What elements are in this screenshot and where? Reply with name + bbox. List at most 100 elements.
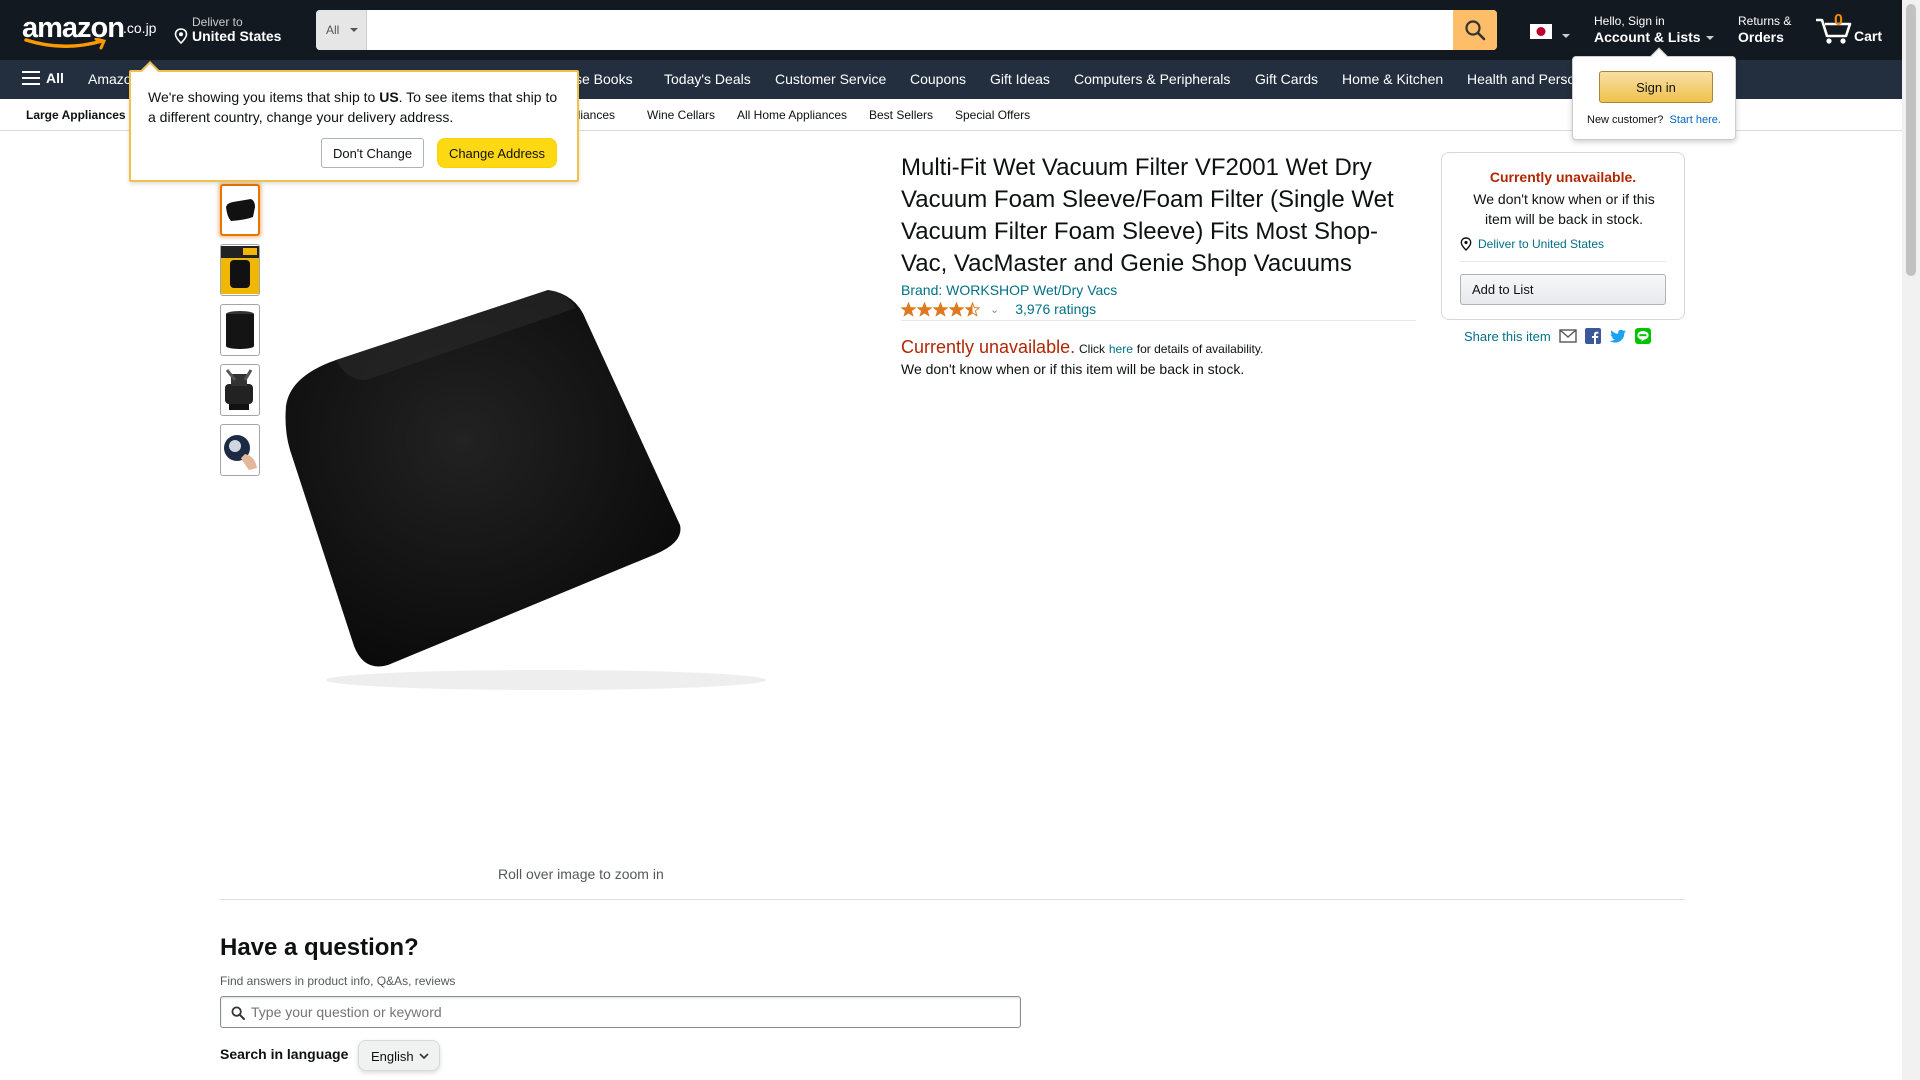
line-messenger-icon[interactable] bbox=[1634, 328, 1651, 344]
ratings-count[interactable]: 3,976 ratings bbox=[1015, 301, 1096, 317]
search-icon bbox=[1465, 20, 1486, 41]
search-button[interactable] bbox=[1453, 10, 1497, 50]
cylinder-filter-thumb-image bbox=[226, 311, 254, 349]
change-address-button[interactable]: Change Address bbox=[437, 138, 557, 168]
share-bar: Share this item bbox=[1464, 328, 1651, 344]
buy-box: Currently unavailable. We don't know whe… bbox=[1441, 152, 1685, 320]
cart-count: 0 bbox=[1834, 12, 1843, 29]
star-icon bbox=[933, 301, 948, 317]
product-title: Multi-Fit Wet Vacuum Filter VF2001 Wet D… bbox=[901, 154, 1394, 277]
question-input[interactable] bbox=[251, 997, 1011, 1027]
back-in-stock-text: We don't know when or if this item will … bbox=[901, 361, 1245, 377]
email-icon[interactable] bbox=[1559, 329, 1577, 343]
chevron-down-icon: ⌄ bbox=[990, 303, 1000, 316]
add-to-list-button[interactable]: Add to List bbox=[1460, 274, 1666, 305]
brand-link[interactable]: Brand: WORKSHOP Wet/Dry Vacs bbox=[901, 282, 1117, 298]
details-text: for details of availability. bbox=[1136, 342, 1264, 356]
share-label: Share this item bbox=[1464, 328, 1551, 344]
page-scrollbar[interactable] bbox=[1902, 0, 1920, 1080]
facebook-icon[interactable] bbox=[1584, 328, 1601, 344]
availability: Currently unavailable. Click here for de… bbox=[901, 337, 1263, 358]
cart-label: Cart bbox=[1854, 28, 1883, 44]
delivery-popover-message: We're showing you items that ship to US.… bbox=[148, 87, 568, 127]
shop-vac-thumb-image bbox=[225, 369, 253, 410]
star-rating bbox=[901, 301, 980, 317]
foam-sleeve-image bbox=[285, 290, 766, 690]
scrollbar-thumb[interactable] bbox=[1906, 4, 1916, 276]
subnav-special-offers[interactable]: Special Offers bbox=[955, 108, 1030, 122]
rating-summary[interactable]: ⌄ 3,976 ratings bbox=[901, 301, 1096, 317]
search-scope-dropdown[interactable]: All bbox=[316, 10, 367, 50]
thumbnail-package[interactable] bbox=[220, 244, 260, 296]
returns-line2: Orders bbox=[1738, 29, 1784, 45]
subnav-all-home-appliances[interactable]: All Home Appliances bbox=[737, 108, 847, 122]
unavailable-text: Currently unavailable. bbox=[901, 337, 1076, 357]
search-scope-label: All bbox=[326, 23, 340, 37]
nav-item-coupons[interactable]: Coupons bbox=[910, 71, 966, 87]
signin-popover: Sign in New customer? Start here. bbox=[1572, 47, 1736, 140]
subnav-wine-cellars[interactable]: Wine Cellars bbox=[647, 108, 715, 122]
buybox-deliver-link[interactable]: Deliver to United States bbox=[1460, 237, 1604, 251]
nav-item-gift-ideas[interactable]: Gift Ideas bbox=[990, 71, 1050, 87]
product-main-image[interactable] bbox=[276, 280, 806, 720]
question-title: Have a question? bbox=[220, 934, 419, 961]
delivery-msg-part1: We're showing you items that ship to bbox=[148, 89, 380, 105]
amazon-logo[interactable]: amazon .co.jp bbox=[18, 12, 158, 50]
dont-change-button[interactable]: Don't Change bbox=[321, 138, 424, 168]
nav-item-customer-service[interactable]: Customer Service bbox=[775, 71, 886, 87]
language-select-value: English bbox=[371, 1049, 414, 1064]
language-selector[interactable] bbox=[1530, 24, 1570, 42]
search-icon bbox=[231, 1006, 245, 1020]
divider bbox=[901, 320, 1416, 321]
subnav-large-appliances[interactable]: Large Appliances bbox=[26, 108, 126, 122]
star-icon bbox=[917, 301, 932, 317]
twitter-icon[interactable] bbox=[1609, 329, 1627, 344]
delivery-msg-country: US bbox=[379, 89, 399, 105]
all-menu-label: All bbox=[46, 70, 64, 86]
returns-orders[interactable]: Returns & Orders bbox=[1738, 14, 1791, 45]
nav-item-books[interactable]: se Books bbox=[575, 71, 633, 87]
hand-holding-thumb-image bbox=[224, 435, 257, 470]
nav-item-computers[interactable]: Computers & Peripherals bbox=[1074, 71, 1230, 87]
deliver-line1: Deliver to bbox=[192, 15, 243, 29]
chevron-down-icon bbox=[350, 28, 358, 32]
availability-here-link[interactable]: here bbox=[1109, 342, 1133, 356]
buybox-deliver-label: Deliver to United States bbox=[1478, 237, 1605, 251]
hamburger-icon bbox=[22, 71, 40, 85]
returns-line1: Returns & bbox=[1738, 14, 1792, 28]
start-here-link[interactable]: Start here. bbox=[1670, 114, 1721, 126]
all-menu-button[interactable]: All bbox=[22, 70, 64, 86]
search-input[interactable] bbox=[368, 10, 1455, 50]
new-customer-line: New customer? Start here. bbox=[1587, 114, 1721, 126]
thumbnail-hand-holding[interactable] bbox=[220, 424, 260, 476]
foam-sleeve-thumb-image bbox=[226, 199, 255, 221]
japan-flag-icon bbox=[1530, 24, 1552, 39]
nav-item-gift-cards[interactable]: Gift Cards bbox=[1255, 71, 1318, 87]
delivery-popover: We're showing you items that ship to US.… bbox=[129, 61, 579, 182]
nav-item-health[interactable]: Health and Perso bbox=[1467, 71, 1575, 87]
nav-item-home-kitchen[interactable]: Home & Kitchen bbox=[1342, 71, 1443, 87]
question-search bbox=[220, 996, 1021, 1028]
thumbnail-cylinder-filter[interactable] bbox=[220, 304, 260, 356]
language-select[interactable]: English bbox=[358, 1040, 440, 1071]
smile-icon bbox=[24, 38, 107, 50]
location-pin-icon bbox=[174, 28, 188, 44]
chevron-down-icon bbox=[419, 1053, 429, 1060]
section-divider bbox=[220, 899, 1685, 900]
logo-tld: .co.jp bbox=[123, 20, 157, 36]
subnav-best-sellers[interactable]: Best Sellers bbox=[869, 108, 933, 122]
nav-item-todays-deals[interactable]: Today's Deals bbox=[664, 71, 751, 87]
thumbnail-shop-vac[interactable] bbox=[220, 364, 260, 416]
cart-button[interactable]: 0 Cart bbox=[1814, 10, 1890, 50]
deliver-line2: United States bbox=[192, 28, 282, 44]
account-lists[interactable]: Hello, Sign in Account & Lists bbox=[1594, 14, 1714, 45]
click-text: Click bbox=[1078, 342, 1105, 356]
buybox-heading: Currently unavailable. bbox=[1489, 169, 1637, 185]
nav-item-amazon[interactable]: Amazo bbox=[88, 71, 132, 87]
thumbnail-foam-sleeve[interactable] bbox=[220, 184, 260, 236]
divider bbox=[1460, 261, 1666, 262]
search-language-label: Search in language bbox=[220, 1046, 349, 1062]
sign-in-button[interactable]: Sign in bbox=[1599, 71, 1713, 103]
buybox-text: We don't know when or if this item will … bbox=[1473, 191, 1655, 227]
account-label: Account & Lists bbox=[1594, 29, 1701, 45]
